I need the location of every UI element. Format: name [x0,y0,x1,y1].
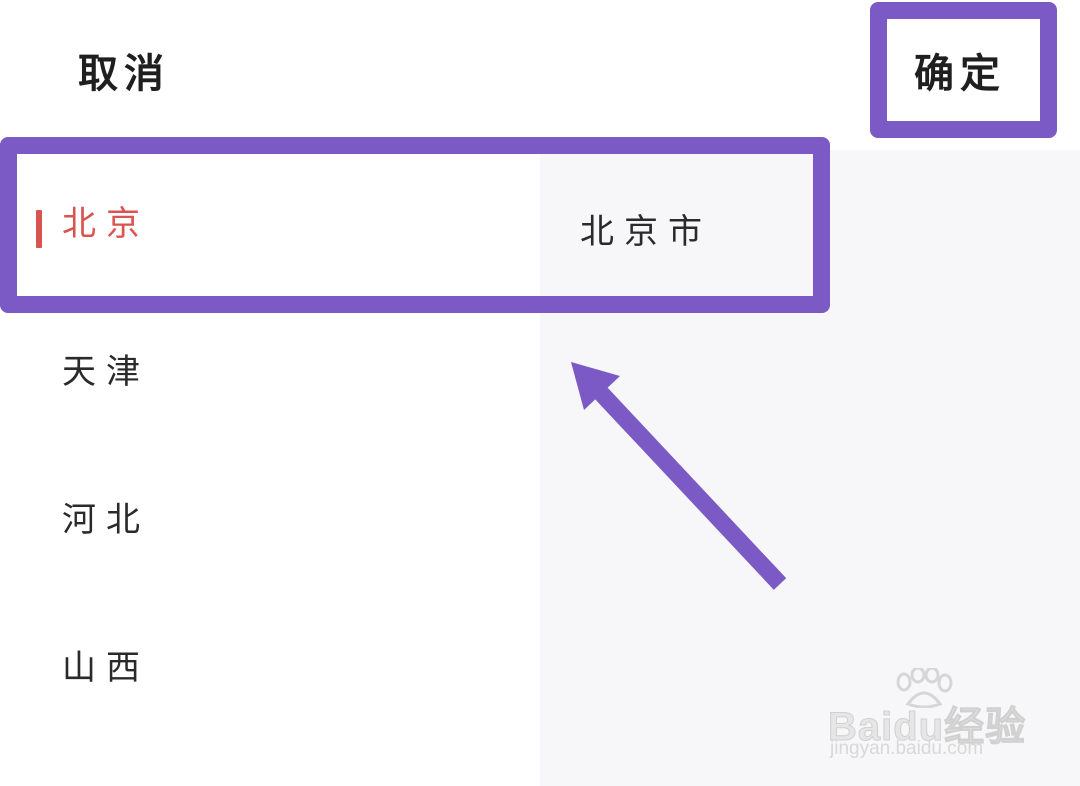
province-item-shanxi[interactable]: 山西 [0,594,540,742]
cancel-button[interactable]: 取消 [78,48,170,100]
city-item-beijing-city[interactable]: 北京市 [540,150,1080,298]
province-label: 北京 [62,204,150,244]
picker-header: 取消 确定 [0,0,1080,150]
city-list[interactable]: 北京市 [540,150,1080,786]
province-label: 山西 [62,648,150,688]
confirm-button[interactable]: 确定 [914,48,1006,100]
province-label: 河北 [62,500,150,540]
province-label: 天津 [62,352,150,392]
province-list[interactable]: 北京 天津 河北 山西 [0,150,540,786]
province-item-hebei[interactable]: 河北 [0,446,540,594]
city-label: 北京市 [580,212,712,252]
province-item-tianjin[interactable]: 天津 [0,298,540,446]
selected-indicator [36,210,42,248]
region-picker-screen: 取消 确定 北京 天津 河北 山西 北京市 Baidu经验 jingyan.ba… [0,0,1080,786]
province-item-beijing[interactable]: 北京 [0,150,540,298]
